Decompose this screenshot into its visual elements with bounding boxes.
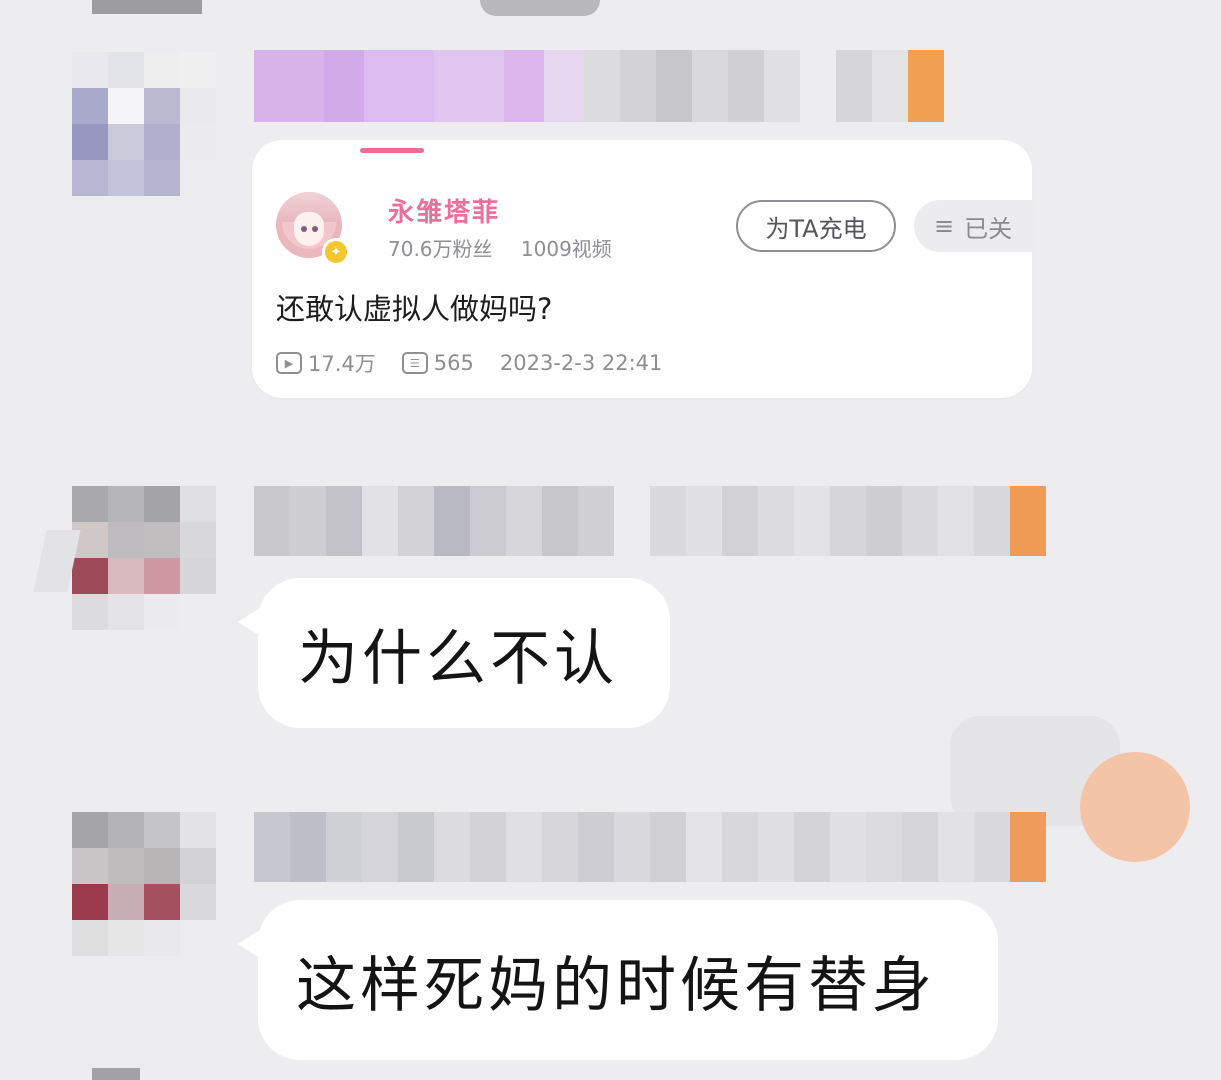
- bottom-edge-artifact: [92, 1068, 140, 1080]
- shared-video-card[interactable]: ✦ 永雏塔菲 70.6万粉丝 1009视频 为TA充电 ≡ 已关 还敢认虚拟人做…: [252, 140, 1032, 398]
- sender-name: [254, 812, 1046, 882]
- sticker-smudge: [1080, 752, 1190, 862]
- chat-message-bubble[interactable]: 这样死妈的时候有替身: [258, 900, 998, 1060]
- message-text: 这样死妈的时候有替身: [296, 950, 936, 1021]
- bubble-tail: [238, 930, 260, 958]
- play-icon: ▶: [276, 352, 302, 374]
- charge-button[interactable]: 为TA充电: [736, 200, 896, 252]
- comment-count: 565: [433, 351, 474, 375]
- uploader-stats: 70.6万粉丝 1009视频: [388, 233, 612, 262]
- top-edge-artifact: [92, 0, 202, 14]
- video-meta: ▶ 17.4万 ☰ 565 2023-2-3 22:41: [276, 348, 662, 378]
- uploader-name[interactable]: 永雏塔菲: [388, 192, 500, 229]
- sender-avatar[interactable]: [72, 812, 216, 956]
- video-count: 1009视频: [520, 237, 612, 261]
- follower-count: 70.6万粉丝: [388, 237, 493, 261]
- follow-button[interactable]: ≡ 已关: [914, 200, 1032, 252]
- sender-name: [254, 486, 1046, 556]
- publish-time: 2023-2-3 22:41: [499, 351, 663, 375]
- sender-avatar[interactable]: [72, 52, 216, 196]
- verified-badge-icon: ✦: [322, 238, 350, 266]
- card-tab-indicator: [360, 148, 424, 153]
- bubble-tail: [238, 608, 260, 636]
- comment-icon: ☰: [401, 352, 428, 374]
- top-edge-artifact: [480, 0, 600, 16]
- video-title[interactable]: 还敢认虚拟人做妈吗?: [276, 286, 552, 328]
- sender-name: [254, 50, 944, 122]
- follow-label: 已关: [964, 214, 1013, 243]
- menu-icon: ≡: [934, 212, 955, 240]
- message-text: 为什么不认: [298, 623, 618, 694]
- play-count: 17.4万: [308, 352, 376, 376]
- chat-message-bubble[interactable]: 为什么不认: [258, 578, 670, 728]
- sender-avatar[interactable]: [72, 486, 216, 630]
